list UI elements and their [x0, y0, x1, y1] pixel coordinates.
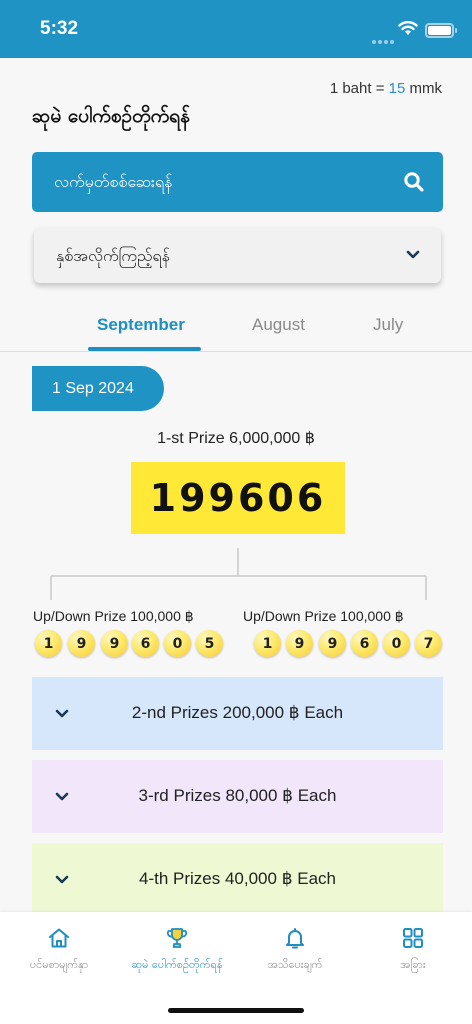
month-tabs: September August July [0, 300, 472, 352]
tab-july[interactable]: July [373, 315, 403, 335]
nav-home[interactable]: ပင်မစာမျက်နှာ [0, 926, 118, 974]
home-icon [49, 928, 69, 948]
number-ball: 0 [383, 630, 410, 657]
grid-icon [403, 928, 423, 948]
number-ball: 6 [351, 630, 378, 657]
fourth-prizes-accordion[interactable]: 4-th Prizes 40,000 ฿ Each [32, 843, 443, 916]
number-ball: 6 [132, 630, 159, 657]
third-prizes-label: 3-rd Prizes 80,000 ฿ Each [138, 786, 337, 805]
nav-more[interactable]: အခြား [354, 926, 472, 974]
wifi-icon [398, 21, 418, 35]
first-prize-label: 1-st Prize 6,000,000 ฿ [157, 430, 315, 447]
nav-results-label: ဆုမဲ ပေါက်စဉ်တိုက်ရန် [131, 958, 223, 971]
search-placeholder: လက်မှတ်စစ်ဆေးရန် [54, 172, 173, 191]
nav-more-label: အခြား [400, 958, 426, 971]
ticket-search-input[interactable]: လက်မှတ်စစ်ဆေးရန် [32, 152, 443, 212]
draw-date-badge: 1 Sep 2024 [32, 366, 164, 411]
fourth-prizes-label: 4-th Prizes 40,000 ฿ Each [139, 869, 336, 888]
exchange-rate: 1 baht = 15 mmk [329, 80, 442, 97]
nav-results[interactable]: ဆုမဲ ပေါက်စဉ်တိုက်ရန် [118, 926, 236, 974]
updown-prize-right-label: Up/Down Prize 100,000 ฿ [243, 608, 404, 624]
first-prize-number: 199606 [131, 462, 345, 534]
bell-icon [286, 928, 304, 949]
number-ball: 0 [164, 630, 191, 657]
third-prizes-accordion[interactable]: 3-rd Prizes 80,000 ฿ Each [32, 760, 443, 833]
nav-home-label: ပင်မစာမျက်နှာ [29, 958, 89, 971]
tab-september[interactable]: September [97, 315, 185, 335]
nav-notifications[interactable]: အသိပေးချက် [236, 926, 354, 974]
prize-connector-lines [50, 548, 427, 600]
tab-august[interactable]: August [252, 315, 305, 335]
search-icon[interactable] [403, 171, 425, 193]
signal-dots-icon [372, 29, 396, 44]
battery-icon [425, 23, 457, 38]
second-prizes-label: 2-nd Prizes 200,000 ฿ Each [131, 703, 344, 722]
number-ball: 9 [286, 630, 313, 657]
number-ball: 1 [35, 630, 62, 657]
number-ball: 1 [254, 630, 281, 657]
status-time: 5:32 [40, 18, 79, 39]
trophy-icon [166, 928, 188, 948]
tab-active-indicator [88, 347, 201, 351]
number-ball: 7 [415, 630, 442, 657]
number-ball: 5 [196, 630, 223, 657]
second-prizes-accordion[interactable]: 2-nd Prizes 200,000 ฿ Each [32, 677, 443, 750]
status-bar: 5:32 [0, 0, 472, 58]
number-ball: 9 [319, 630, 346, 657]
number-ball: 9 [101, 630, 128, 657]
home-indicator [168, 1008, 304, 1013]
nav-notifications-label: အသိပေးချက် [267, 958, 323, 971]
chevron-down-icon [406, 250, 420, 259]
year-dropdown-label: နှစ်အလိုက်ကြည့်ရန် [56, 246, 170, 265]
number-ball: 9 [68, 630, 95, 657]
year-dropdown[interactable]: နှစ်အလိုက်ကြည့်ရန် [34, 228, 441, 283]
page-title: ဆုမဲ ပေါက်စဉ်တိုက်ရန် [32, 105, 190, 127]
updown-prize-left-label: Up/Down Prize 100,000 ฿ [33, 608, 194, 624]
